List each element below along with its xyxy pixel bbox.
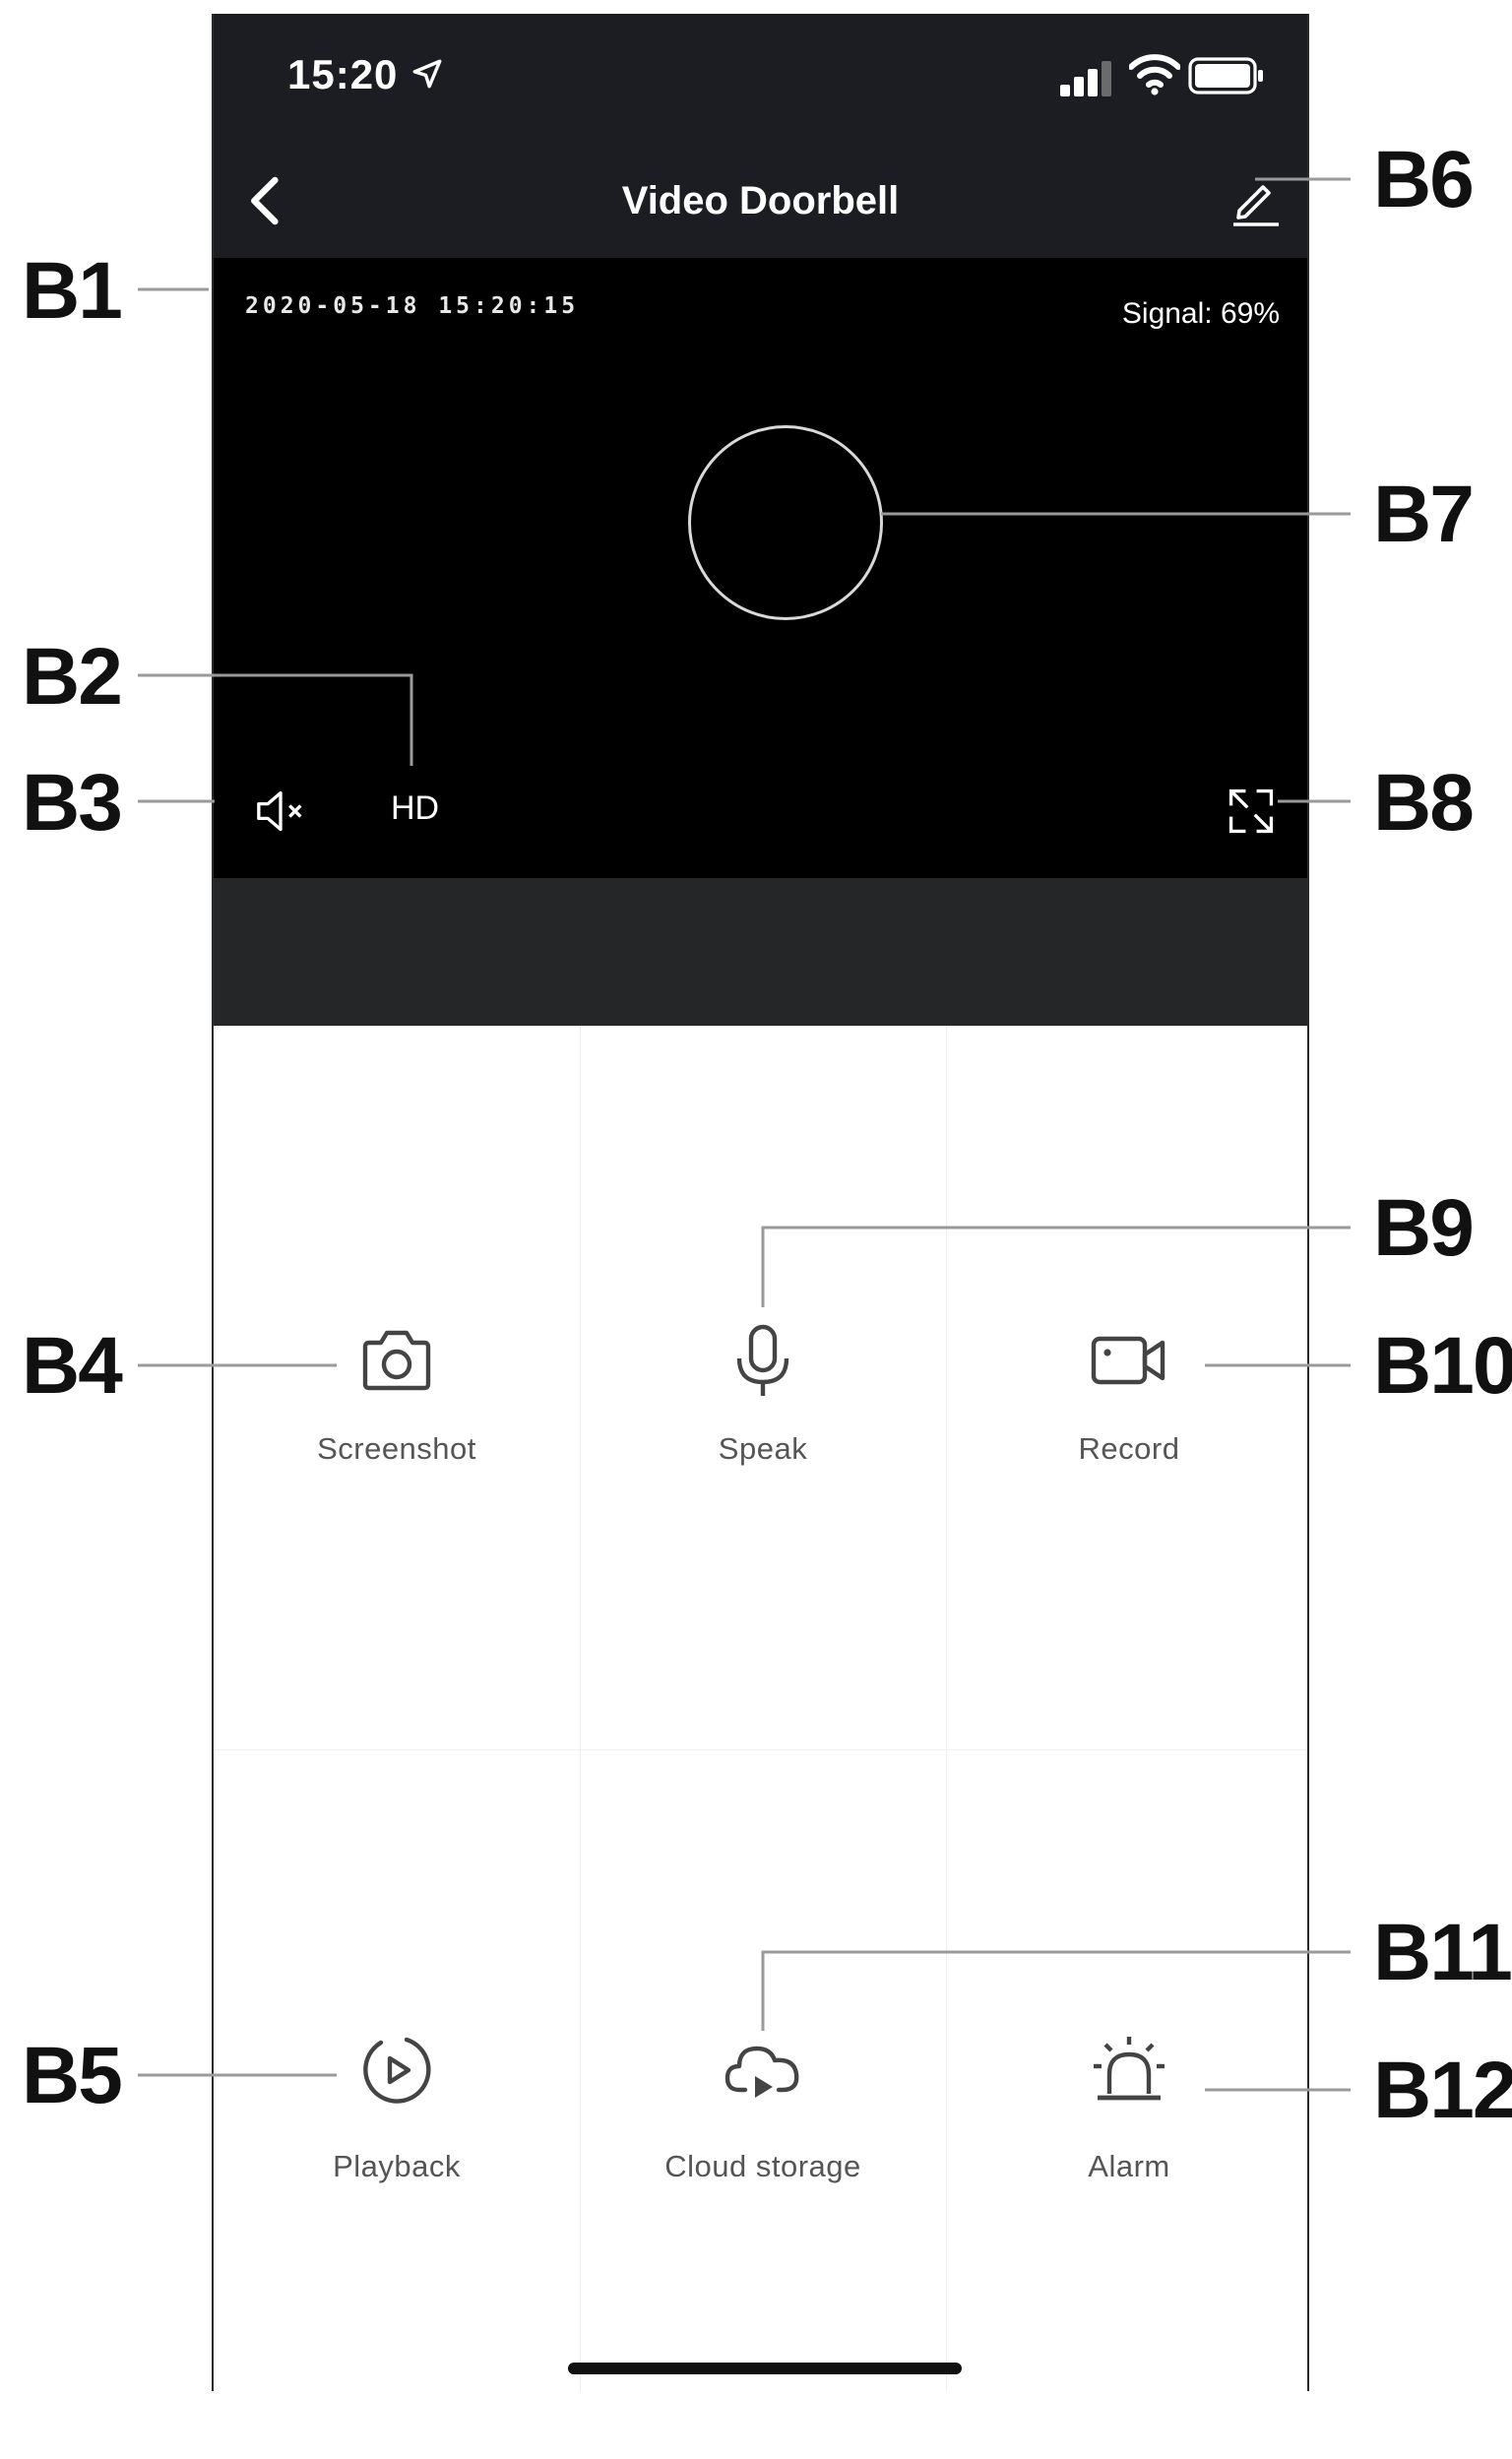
live-video-view[interactable]: 2020-05-18 15:20:15 Signal: 69% HD [214, 258, 1307, 878]
home-indicator[interactable] [568, 2363, 962, 2374]
callout-b12: B12 [1373, 2046, 1512, 2135]
callout-b5: B5 [22, 2031, 123, 2120]
record-button[interactable]: Record [946, 1026, 1312, 1734]
status-bar: 15:20 [214, 14, 1307, 144]
tile-label: Screenshot [317, 1431, 476, 1466]
cloud-storage-button[interactable]: Cloud storage [580, 1750, 946, 2459]
tile-label: Speak [718, 1431, 808, 1466]
callout-b11: B11 [1373, 1908, 1512, 1997]
playback-icon [363, 2037, 431, 2104]
phone-screen: 15:20 Video Doorbell 2020-05-18 15:20:15… [212, 14, 1309, 2391]
callout-b8: B8 [1373, 758, 1475, 848]
location-arrow-icon [412, 59, 442, 89]
screenshot-button[interactable]: Screenshot [214, 1026, 580, 1734]
battery-full-icon [1188, 57, 1263, 95]
speaker-muted-icon[interactable] [253, 788, 308, 835]
quality-toggle-button[interactable]: HD [391, 789, 439, 828]
callout-b7: B7 [1373, 470, 1475, 559]
status-time: 15:20 [287, 51, 399, 97]
tile-label: Playback [333, 2149, 461, 2183]
loading-indicator [688, 425, 883, 620]
wifi-icon [1129, 54, 1180, 95]
video-camera-icon [1091, 1336, 1166, 1385]
speak-button[interactable]: Speak [580, 1026, 946, 1734]
callout-b2: B2 [22, 632, 123, 722]
callout-b9: B9 [1373, 1183, 1475, 1273]
nav-bar: Video Doorbell [214, 144, 1307, 258]
microphone-icon [736, 1324, 789, 1396]
tile-label: Cloud storage [664, 2149, 861, 2183]
callout-b4: B4 [22, 1321, 123, 1411]
callout-b6: B6 [1373, 135, 1475, 224]
figure-canvas: 15:20 Video Doorbell 2020-05-18 15:20:15… [0, 0, 1512, 2391]
cloud-play-icon [724, 2046, 799, 2098]
callout-b3: B3 [22, 758, 123, 848]
pencil-icon[interactable] [1228, 173, 1283, 228]
playback-button[interactable]: Playback [214, 1750, 580, 2459]
controls-grid: Screenshot Speak Record Playback Cloud s… [214, 1026, 1307, 2391]
signal-strength: Signal: 69% [1121, 297, 1280, 330]
cellular-signal-icon [1060, 61, 1111, 96]
callout-b10: B10 [1373, 1321, 1512, 1411]
camera-icon [362, 1330, 431, 1391]
video-timestamp: 2020-05-18 15:20:15 [245, 293, 580, 319]
expand-icon[interactable] [1226, 786, 1277, 837]
callout-b1: B1 [22, 246, 123, 336]
video-bottom-strip [214, 878, 1307, 1026]
alarm-button[interactable]: Alarm [946, 1750, 1312, 2459]
page-title: Video Doorbell [621, 179, 900, 222]
siren-icon [1094, 2037, 1165, 2101]
tile-label: Record [1078, 1431, 1180, 1466]
tile-label: Alarm [1088, 2149, 1170, 2183]
